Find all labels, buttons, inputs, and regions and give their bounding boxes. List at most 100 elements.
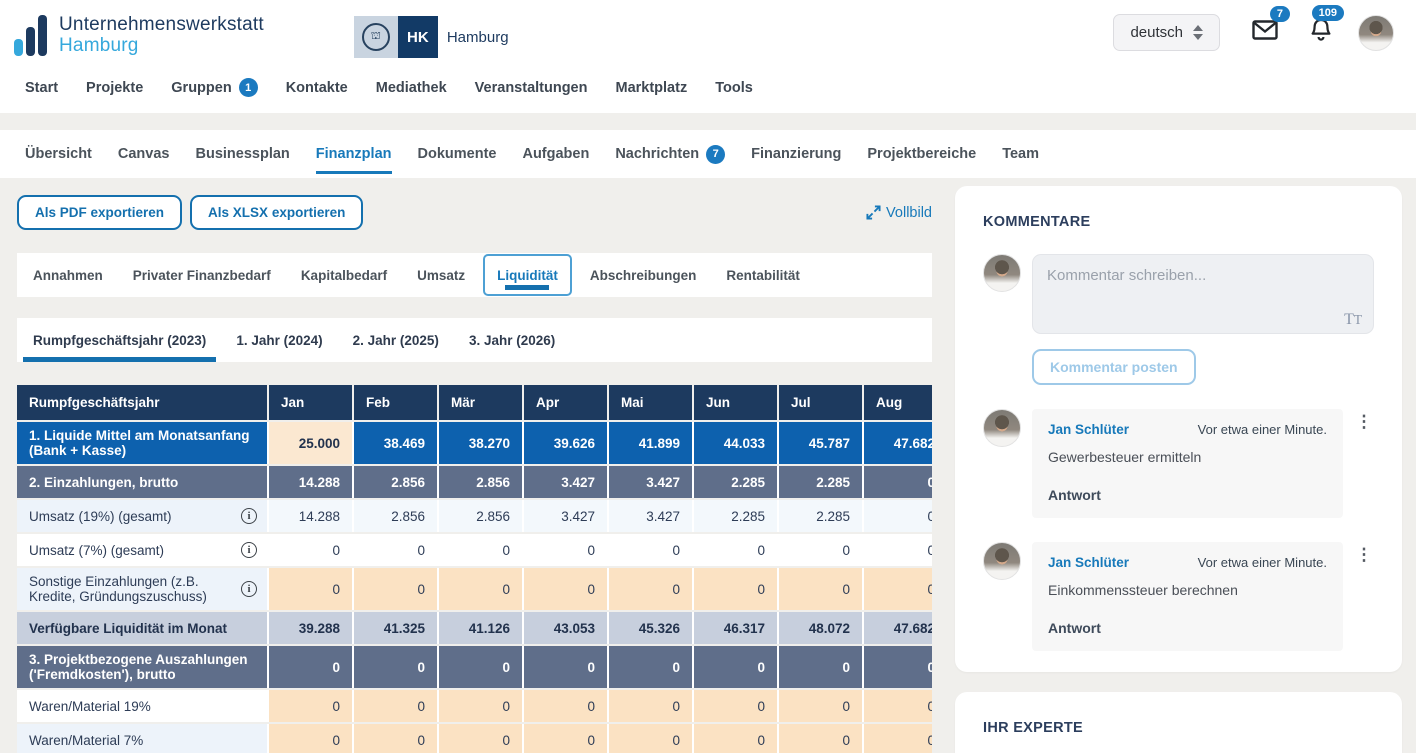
nav-item-label: Kontakte bbox=[285, 79, 348, 96]
cell-mai[interactable]: 0 bbox=[607, 568, 692, 610]
comment-author[interactable]: Jan Schlüter bbox=[1048, 555, 1129, 570]
cell-jun[interactable]: 0 bbox=[692, 724, 777, 753]
cell-jul[interactable]: 0 bbox=[777, 568, 862, 610]
liquidity-table-container: Rumpfgeschäftsjahr Jan Feb Mär Apr Mai Jun Jul A… bbox=[17, 383, 932, 753]
cell-m-r[interactable]: 0 bbox=[437, 724, 522, 753]
nav-item-marktplatz[interactable]: Marktplatz bbox=[615, 78, 687, 97]
comment-menu-button[interactable]: ⋮ bbox=[1354, 542, 1374, 651]
cell-mai: 41.899 bbox=[607, 422, 692, 464]
row-label: Verfügbare Liquidität im Monat bbox=[17, 612, 267, 644]
cell-jan: 0 bbox=[267, 534, 352, 566]
nav-item-start[interactable]: Start bbox=[25, 78, 58, 97]
export-xlsx-button[interactable]: Als XLSX exportieren bbox=[190, 195, 364, 230]
tab-dokumente[interactable]: Dokumente bbox=[418, 132, 497, 176]
cell-jan[interactable]: 0 bbox=[267, 724, 352, 753]
cell-m-r: 2.856 bbox=[437, 500, 522, 532]
hk-hamburg-logo[interactable]: ⛫ HK Hamburg bbox=[353, 16, 509, 58]
tab-aufgaben[interactable]: Aufgaben bbox=[522, 132, 589, 176]
info-icon[interactable]: i bbox=[241, 542, 257, 558]
fin-tab-liquidit-t[interactable]: Liquidität bbox=[483, 254, 572, 296]
tab-businessplan[interactable]: Businessplan bbox=[195, 132, 289, 176]
cell-apr[interactable]: 0 bbox=[522, 724, 607, 753]
row-label-text: Sonstige Einzahlungen (z.B. Kredite, Grü… bbox=[29, 574, 207, 604]
cell-apr[interactable]: 0 bbox=[522, 690, 607, 722]
table-row-2-einzahlungen-brutto: 2. Einzahlungen, brutto 14.288 2.856 2.856 3… bbox=[17, 464, 932, 498]
tab-nachrichten[interactable]: Nachrichten 7 bbox=[615, 131, 726, 178]
cell-jun[interactable]: 0 bbox=[692, 568, 777, 610]
post-comment-button[interactable]: Kommentar posten bbox=[1032, 349, 1196, 385]
cell-feb[interactable]: 0 bbox=[352, 568, 437, 610]
cell-jan[interactable]: 25.000 bbox=[267, 422, 352, 464]
fullscreen-icon bbox=[866, 205, 881, 220]
nav-item-tools[interactable]: Tools bbox=[715, 78, 753, 97]
fin-tab-umsatz[interactable]: Umsatz bbox=[405, 253, 477, 297]
notifications-button[interactable]: 109 bbox=[1310, 5, 1344, 47]
cell-jul[interactable]: 0 bbox=[777, 724, 862, 753]
cell-feb: 2.856 bbox=[352, 466, 437, 498]
cell-aug[interactable]: 0 bbox=[862, 690, 932, 722]
cell-apr[interactable]: 0 bbox=[522, 568, 607, 610]
nav-item-kontakte[interactable]: Kontakte bbox=[286, 78, 348, 97]
text-format-icon[interactable]: TT bbox=[1344, 311, 1362, 329]
cell-apr: 3.427 bbox=[522, 500, 607, 532]
info-icon[interactable]: i bbox=[241, 508, 257, 524]
export-pdf-button[interactable]: Als PDF exportieren bbox=[17, 195, 183, 230]
reply-button[interactable]: Antwort bbox=[1048, 487, 1327, 503]
fin-tab-kapitalbedarf[interactable]: Kapitalbedarf bbox=[289, 253, 399, 297]
reply-button[interactable]: Antwort bbox=[1048, 620, 1327, 636]
tab-label: Canvas bbox=[117, 146, 170, 162]
row-label: 3. Projektbezogene Auszahlungen ('Fremdk… bbox=[17, 646, 267, 688]
tab-bersicht[interactable]: Übersicht bbox=[25, 132, 92, 176]
logo-line2: Hamburg bbox=[59, 35, 139, 56]
cell-mai[interactable]: 0 bbox=[607, 724, 692, 753]
cell-apr: 3.427 bbox=[522, 466, 607, 498]
year-tab-1-jahr-2024[interactable]: 1. Jahr (2024) bbox=[226, 318, 332, 362]
year-tab-3-jahr-2026[interactable]: 3. Jahr (2026) bbox=[459, 318, 565, 362]
month-header-apr: Apr bbox=[522, 385, 607, 420]
cell-m-r[interactable]: 0 bbox=[437, 568, 522, 610]
nav-item-veranstaltungen[interactable]: Veranstaltungen bbox=[475, 78, 588, 97]
cell-feb[interactable]: 0 bbox=[352, 724, 437, 753]
cell-jun[interactable]: 0 bbox=[692, 690, 777, 722]
fin-tab-annahmen[interactable]: Annahmen bbox=[21, 253, 115, 297]
tab-finanzierung[interactable]: Finanzierung bbox=[751, 132, 841, 176]
uwh-logo[interactable]: Unternehmenswerkstatt Hamburg bbox=[14, 14, 264, 58]
cell-aug: 0 bbox=[862, 500, 932, 532]
cell-apr: 43.053 bbox=[522, 612, 607, 644]
messages-button[interactable]: 7 bbox=[1252, 6, 1290, 46]
fullscreen-button[interactable]: Vollbild bbox=[866, 205, 932, 221]
cell-feb[interactable]: 0 bbox=[352, 690, 437, 722]
cell-aug[interactable]: 0 bbox=[862, 568, 932, 610]
cell-jan[interactable]: 0 bbox=[267, 568, 352, 610]
envelope-icon bbox=[1252, 20, 1278, 40]
comment-input[interactable] bbox=[1032, 254, 1374, 334]
cell-aug[interactable]: 0 bbox=[862, 724, 932, 753]
tab-finanzplan[interactable]: Finanzplan bbox=[315, 132, 392, 176]
nav-item-projekte[interactable]: Projekte bbox=[86, 78, 143, 97]
nav-item-mediathek[interactable]: Mediathek bbox=[376, 78, 447, 97]
comment-menu-button[interactable]: ⋮ bbox=[1354, 409, 1374, 518]
tab-team[interactable]: Team bbox=[1002, 132, 1039, 176]
tab-canvas[interactable]: Canvas bbox=[118, 132, 170, 176]
year-tab-2-jahr-2025[interactable]: 2. Jahr (2025) bbox=[343, 318, 449, 362]
month-header-mai: Mai bbox=[607, 385, 692, 420]
fin-tab-abschreibungen[interactable]: Abschreibungen bbox=[578, 253, 709, 297]
top-header: Unternehmenswerkstatt Hamburg ⛫ HK Hambu… bbox=[0, 0, 1416, 113]
cell-m-r[interactable]: 0 bbox=[437, 690, 522, 722]
fin-tab-rentabilit-t[interactable]: Rentabilität bbox=[714, 253, 812, 297]
tab-projektbereiche[interactable]: Projektbereiche bbox=[867, 132, 976, 176]
cell-jul[interactable]: 0 bbox=[777, 690, 862, 722]
cell-mai: 0 bbox=[607, 646, 692, 688]
year-tab-rumpfgesch-ftsjahr-2023[interactable]: Rumpfgeschäftsjahr (2023) bbox=[23, 318, 217, 362]
fin-tab-privater-finanzbedarf[interactable]: Privater Finanzbedarf bbox=[121, 253, 283, 297]
month-header-m-r: Mär bbox=[437, 385, 522, 420]
table-row-verf-gbare-liquidit-t-im-monat: Verfügbare Liquidität im Monat 39.288 41.3… bbox=[17, 610, 932, 644]
cell-jan[interactable]: 0 bbox=[267, 690, 352, 722]
nav-item-gruppen[interactable]: Gruppen 1 bbox=[171, 78, 258, 97]
cell-mai[interactable]: 0 bbox=[607, 690, 692, 722]
language-select[interactable]: deutsch bbox=[1113, 14, 1220, 51]
user-avatar[interactable] bbox=[1358, 14, 1394, 51]
comment-author[interactable]: Jan Schlüter bbox=[1048, 422, 1129, 437]
info-icon[interactable]: i bbox=[241, 581, 257, 597]
nav-item-label: Start bbox=[25, 79, 59, 96]
